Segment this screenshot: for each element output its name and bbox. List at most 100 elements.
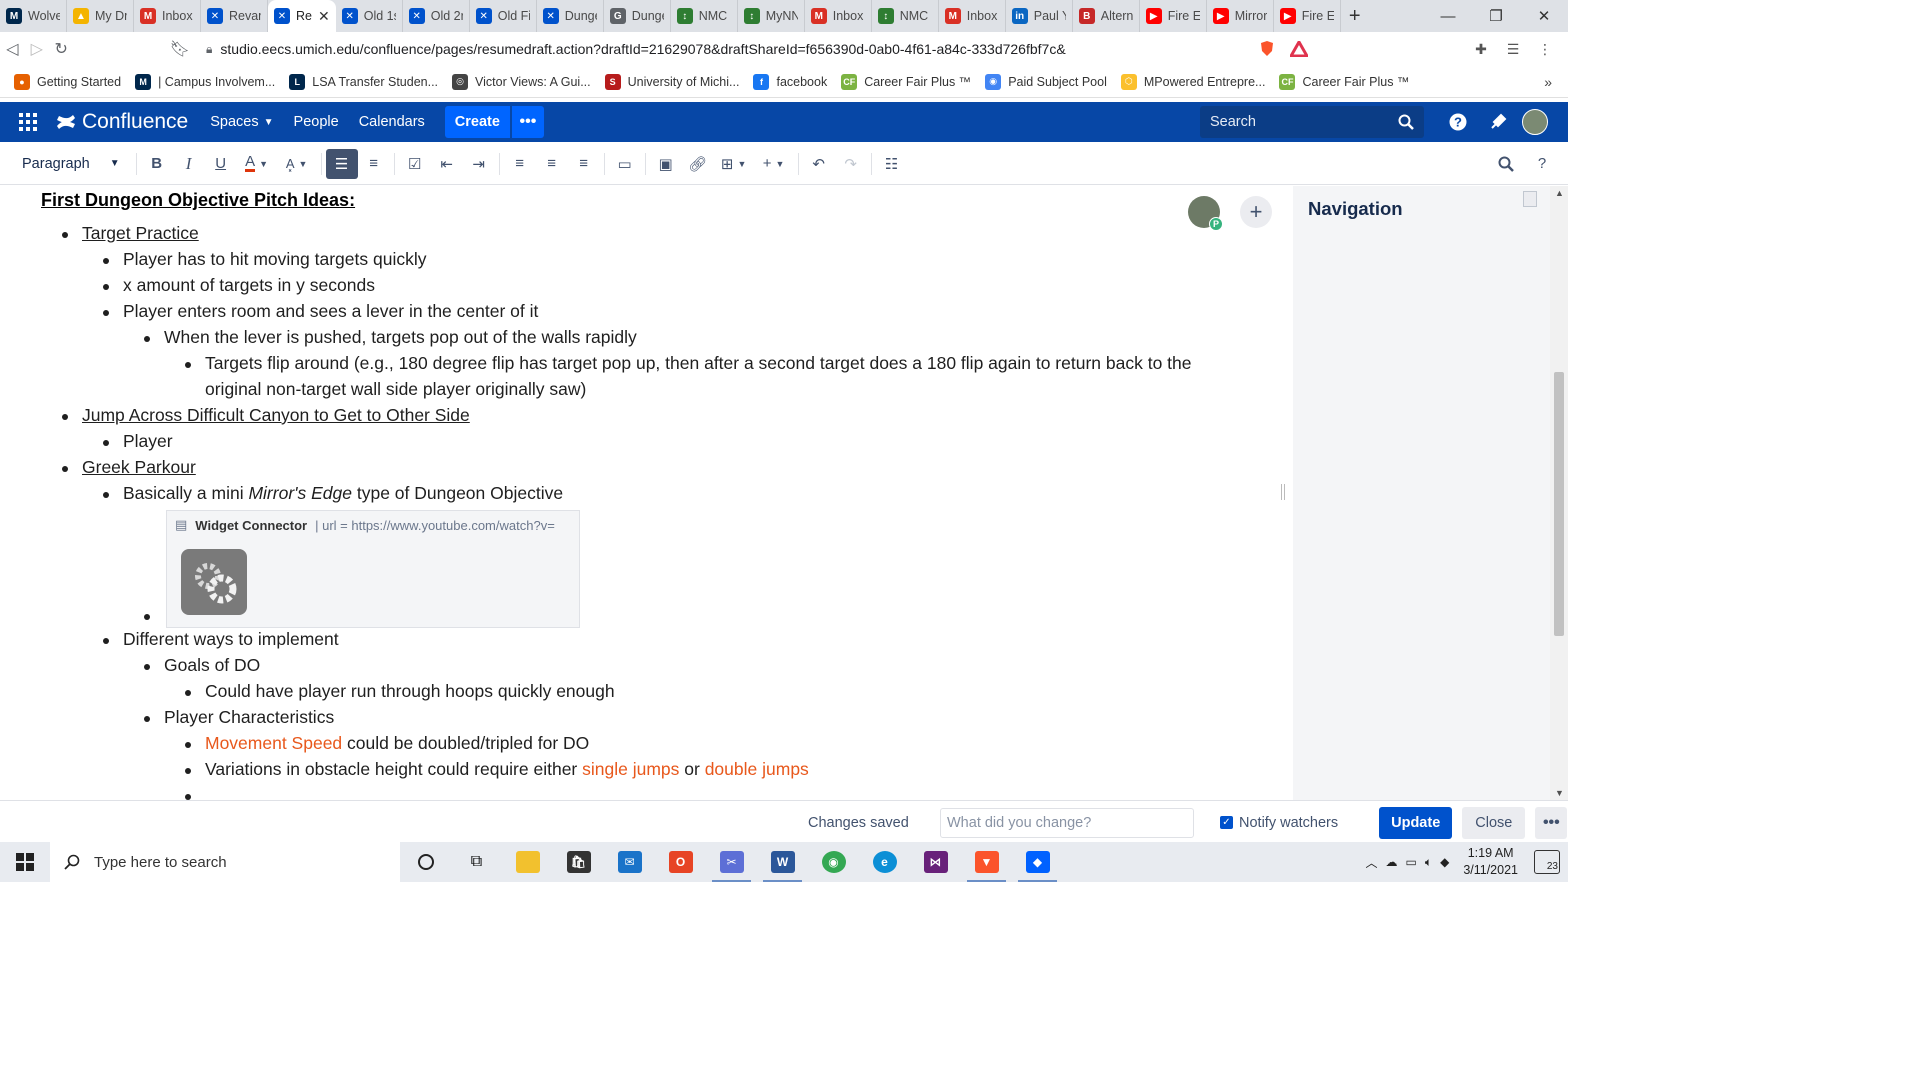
bullet-list-icon[interactable]: ☰: [325, 148, 358, 179]
insert-image-icon[interactable]: ▣: [650, 149, 682, 179]
browser-tab[interactable]: in Paul Y: [1006, 0, 1073, 32]
align-right-icon[interactable]: ≡: [568, 149, 600, 179]
calendars-link[interactable]: Calendars: [359, 114, 425, 130]
restore-icon[interactable]: ❐: [1472, 0, 1520, 32]
list-item[interactable]: Player has to hit moving targets quickly: [103, 249, 426, 270]
underline-icon[interactable]: U: [205, 149, 237, 179]
bookmark-item[interactable]: CF Career Fair Plus ™: [1279, 73, 1409, 90]
browser-tab[interactable]: ✕ Re ✕: [268, 0, 336, 32]
bookmark-item[interactable]: ◉ Paid Subject Pool: [985, 73, 1107, 90]
bookmark-item[interactable]: ⬡ MPowered Entrepre...: [1120, 73, 1265, 90]
bookmark-item[interactable]: CF Career Fair Plus ™: [841, 73, 971, 90]
back-icon[interactable]: ◁: [0, 33, 25, 65]
list-item[interactable]: Target Practice: [62, 223, 199, 244]
list-item[interactable]: Player: [103, 431, 173, 452]
list-item[interactable]: Could have player run through hoops quic…: [185, 681, 615, 702]
browser-tab[interactable]: ↕ NMC: [872, 0, 939, 32]
editor-content[interactable]: First Dungeon Objective Pitch Ideas: P +…: [0, 186, 1293, 800]
task-view-icon[interactable]: ⧉: [451, 842, 502, 882]
battery-icon[interactable]: ▭: [1406, 855, 1417, 869]
edge-icon[interactable]: e: [859, 842, 910, 882]
text-color-icon[interactable]: A ▼: [237, 149, 277, 179]
list-item[interactable]: Player enters room and sees a lever in t…: [103, 301, 538, 322]
browser-tab[interactable]: M Inbox: [134, 0, 201, 32]
list-item[interactable]: x amount of targets in y seconds: [103, 275, 375, 296]
list-item[interactable]: Player Characteristics: [144, 707, 334, 728]
change-description-input[interactable]: [940, 807, 1194, 838]
indent-icon[interactable]: ⇥: [463, 149, 495, 179]
close-tab-icon[interactable]: ✕: [318, 8, 330, 25]
mail-icon[interactable]: ✉: [604, 842, 655, 882]
office-icon[interactable]: O: [655, 842, 706, 882]
list-item[interactable]: When the lever is pushed, targets pop ou…: [144, 327, 637, 348]
list-item[interactable]: Greek Parkour: [62, 457, 196, 478]
find-replace-icon[interactable]: [1490, 149, 1522, 179]
more-options-icon[interactable]: •••: [1535, 806, 1568, 839]
redo-icon[interactable]: ↷: [835, 149, 867, 179]
notifications-icon[interactable]: [1478, 113, 1518, 131]
browser-tab[interactable]: M Inbox: [939, 0, 1006, 32]
list-item[interactable]: Different ways to implement: [103, 629, 339, 650]
list-item[interactable]: Targets flip around (e.g., 180 degree fl…: [185, 353, 1192, 374]
file-explorer-icon[interactable]: [502, 842, 553, 882]
word-icon[interactable]: W: [757, 842, 808, 882]
dropbox-icon[interactable]: ◆: [1012, 842, 1063, 882]
text-format-more-icon[interactable]: A͓ ▼: [277, 149, 317, 179]
resize-handle[interactable]: [1281, 484, 1285, 500]
browser-tab[interactable]: ▶ Fire Er: [1140, 0, 1207, 32]
visual-studio-icon[interactable]: ⋈: [910, 842, 961, 882]
bookmark-item[interactable]: ◎ Victor Views: A Gui...: [452, 73, 591, 90]
bookmark-item[interactable]: f facebook: [753, 73, 827, 90]
list-item[interactable]: Basically a mini Mirror's Edge type of D…: [103, 483, 563, 504]
bookmark-item[interactable]: L LSA Transfer Studen...: [289, 73, 438, 90]
brave-browser-icon[interactable]: ▼: [961, 842, 1012, 882]
list-item[interactable]: Goals of DO: [144, 655, 260, 676]
collapse-panel-icon[interactable]: [1523, 191, 1537, 207]
outdent-icon[interactable]: ⇤: [431, 149, 463, 179]
bold-icon[interactable]: B: [141, 149, 173, 179]
bookmark-item[interactable]: M | Campus Involvem...: [135, 73, 275, 90]
browser-tab[interactable]: ▶ Fire Er: [1274, 0, 1341, 32]
scroll-up-icon[interactable]: ▲: [1555, 188, 1564, 198]
bookmark-icon[interactable]: 🔖︎: [168, 33, 193, 65]
invite-collaborator-icon[interactable]: +: [1240, 196, 1272, 228]
table-of-contents-icon[interactable]: ☷: [876, 149, 908, 179]
show-hidden-icons-icon[interactable]: ︿: [1366, 854, 1378, 871]
browser-tab[interactable]: ▲ My Dr: [67, 0, 134, 32]
browser-tab[interactable]: ✕ Revam: [201, 0, 268, 32]
browser-tab[interactable]: ↕ MyNN: [738, 0, 805, 32]
create-button[interactable]: Create: [444, 106, 510, 138]
paragraph-style-select[interactable]: Paragraph ▼: [22, 156, 120, 172]
browser-tab[interactable]: ✕ Old Fi: [470, 0, 537, 32]
list-item[interactable]: original non-target wall side player ori…: [205, 379, 586, 400]
page-layout-icon[interactable]: ▭: [609, 149, 641, 179]
bookmark-item[interactable]: S University of Michi...: [604, 73, 739, 90]
url-field[interactable]: 🔒︎ studio.eecs.umich.edu/confluence/page…: [206, 35, 1256, 63]
browser-tab[interactable]: B Altern: [1073, 0, 1140, 32]
new-tab-button[interactable]: +: [1341, 5, 1369, 28]
bookmarks-overflow-icon[interactable]: »: [1544, 74, 1568, 90]
forward-icon[interactable]: ▷: [25, 33, 50, 65]
dropbox-tray-icon[interactable]: ◆: [1440, 855, 1449, 869]
browser-tab[interactable]: ↕ NMC: [671, 0, 738, 32]
notify-watchers-checkbox[interactable]: ✓ Notify watchers: [1220, 815, 1338, 831]
numbered-list-icon[interactable]: ≡: [358, 149, 390, 179]
list-item[interactable]: Jump Across Difficult Canyon to Get to O…: [62, 405, 470, 426]
insert-link-icon[interactable]: 🔗︎: [682, 149, 714, 179]
help-question-icon[interactable]: ?: [1526, 149, 1558, 179]
menu-icon[interactable]: ⋮: [1534, 38, 1556, 60]
browser-tab[interactable]: ✕ Old 2r: [403, 0, 470, 32]
widget-connector-macro[interactable]: ▤ Widget Connector | url = https://www.y…: [166, 510, 580, 628]
scroll-down-icon[interactable]: ▼: [1555, 788, 1564, 798]
update-button[interactable]: Update: [1379, 806, 1453, 839]
browser-tab[interactable]: ✕ Old 1s: [336, 0, 403, 32]
confluence-logo[interactable]: Confluence: [56, 110, 188, 134]
list-item[interactable]: Variations in obstacle height could requ…: [185, 759, 809, 780]
search-input[interactable]: Search: [1200, 106, 1424, 138]
brave-shields-icon[interactable]: [1256, 38, 1278, 60]
bookmark-item[interactable]: ● Getting Started: [14, 73, 121, 90]
create-more-button[interactable]: •••: [511, 106, 544, 138]
people-link[interactable]: People: [294, 114, 339, 130]
extensions-icon[interactable]: ✚: [1470, 38, 1492, 60]
notification-center-icon[interactable]: 23: [1534, 850, 1560, 874]
